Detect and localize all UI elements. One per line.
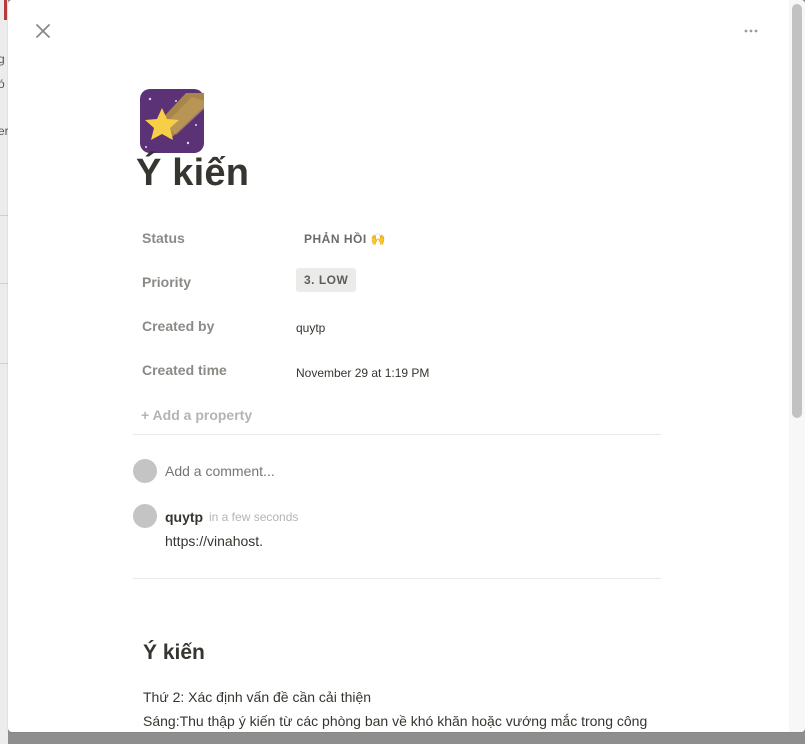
background-divider [0,283,8,284]
divider [133,578,661,579]
background-text-fragment: ó [0,77,5,91]
priority-value[interactable]: 3. LOW [296,268,357,292]
shooting-star-icon [140,89,204,153]
property-label[interactable]: Priority [142,274,191,290]
comment-text: https://vinahost. [165,533,264,549]
page-title[interactable]: Ý kiến [136,152,249,195]
more-options-button[interactable] [742,22,760,40]
content-text[interactable]: Sáng:Thu thập ý kiến từ các phòng ban về… [143,713,647,729]
page-icon[interactable] [140,89,204,153]
property-label[interactable]: Created time [142,362,227,378]
close-icon [36,24,50,38]
background-page-edge: g ó er [0,0,8,744]
property-priority: Priority 3. LOW [142,268,662,304]
background-divider [0,363,8,364]
avatar [133,504,157,528]
scrollbar-thumb[interactable] [792,4,802,418]
property-label[interactable]: Status [142,230,185,246]
page-peek-modal: Ý kiến Status PHẢN HỒI 🙌 Priority 3. LOW… [8,0,805,732]
close-button[interactable] [32,20,54,42]
property-status: Status PHẢN HỒI 🙌 [142,230,662,260]
status-value[interactable]: PHẢN HỒI 🙌 [296,229,394,249]
scrollbar[interactable] [789,0,805,732]
property-created-time: Created time November 29 at 1:19 PM [142,362,662,392]
background-divider [0,215,8,216]
comment-author: quytp [165,509,204,525]
avatar [133,459,157,483]
comment-timestamp: in a few seconds [209,510,299,524]
more-horizontal-icon [744,29,758,33]
created-by-value: quytp [296,321,326,335]
content-heading[interactable]: Ý kiến [143,641,205,665]
background-text-fragment: er [0,124,8,138]
background-text-fragment: g [0,52,5,66]
background-accent [4,0,7,20]
content-text[interactable]: Thứ 2: Xác định vấn đề cần cải thiện [143,689,371,705]
property-created-by: Created by quytp [142,318,662,348]
comment-input[interactable] [165,463,585,479]
divider [133,434,661,435]
created-time-value: November 29 at 1:19 PM [296,366,430,380]
add-property-button[interactable]: + Add a property [141,407,252,423]
property-label[interactable]: Created by [142,318,214,334]
